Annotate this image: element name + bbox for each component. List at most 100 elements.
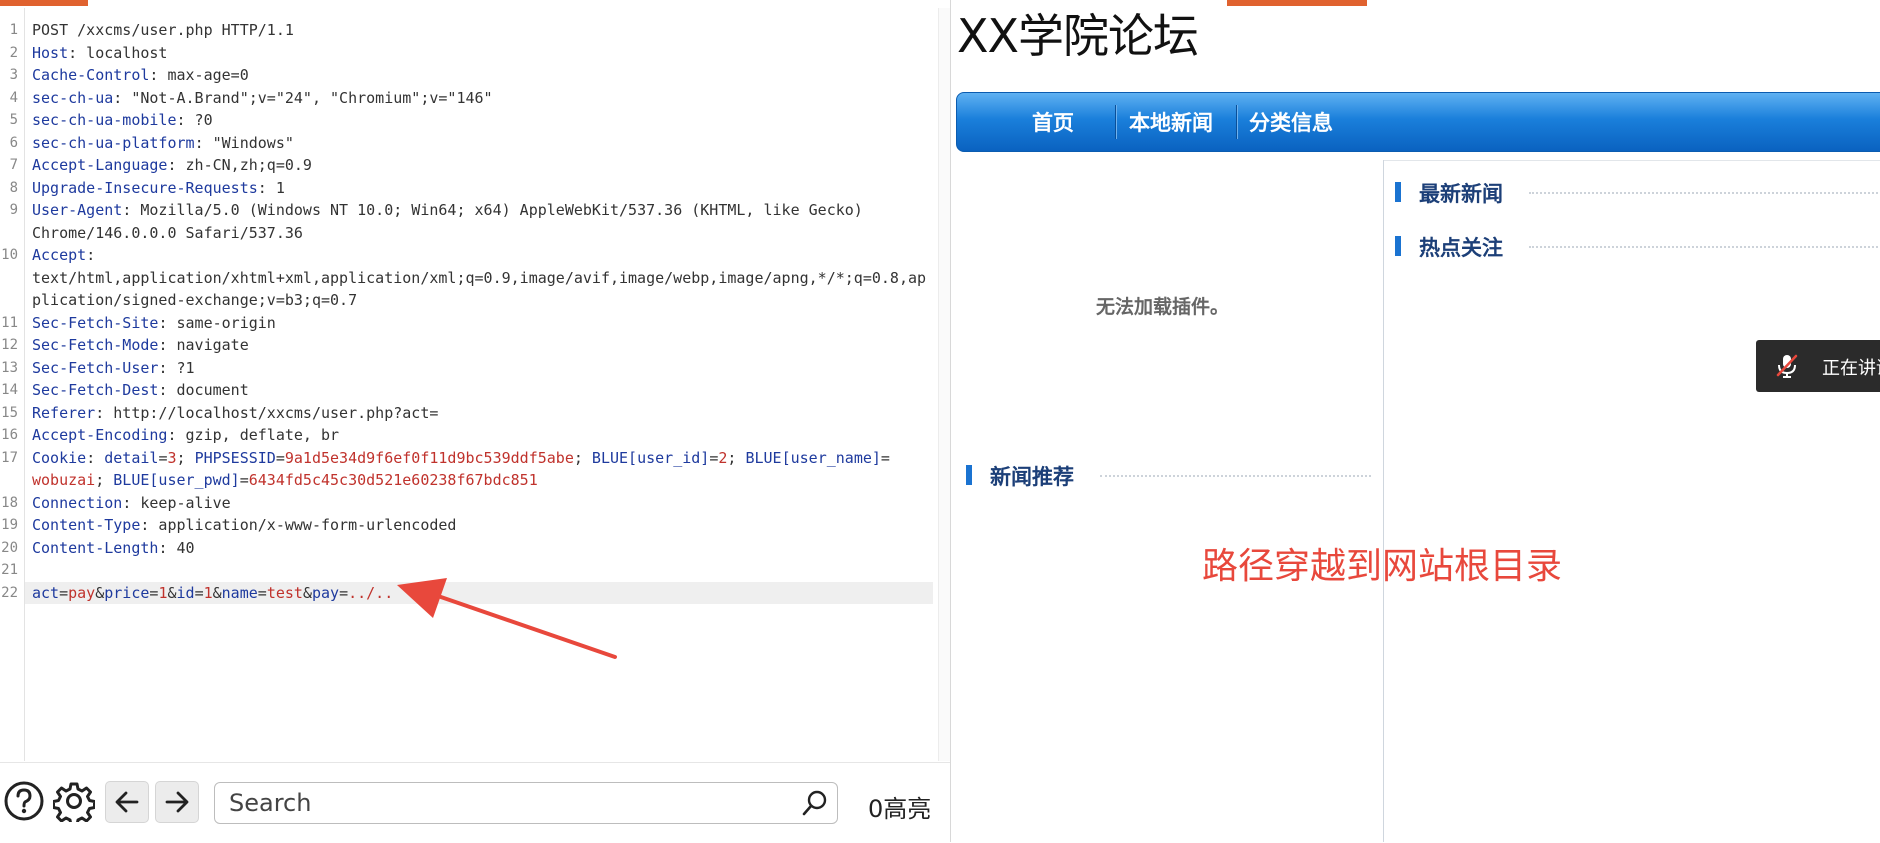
code-text: : navigate [158,336,249,354]
search-input[interactable] [227,787,791,819]
header-name: Accept [32,246,87,264]
line-number: 2 [9,44,18,61]
code-text: : localhost [68,43,168,62]
section-marker [966,465,972,485]
http-request-editor[interactable]: 1 2 3 4 5 6 7 8 9 10 11 12 13 14 15 16 17 18 19 20 21 22 POST… [0,8,951,761]
code-text: & [302,583,312,602]
header-name: Sec-Fetch-Dest [32,381,159,399]
header-name: Accept-Encoding [32,426,168,444]
code-text: = [194,583,204,602]
code-line[interactable]: Host: localhost [32,42,935,65]
settings-button[interactable] [52,779,96,823]
code-line[interactable]: Sec-Fetch-User: ?1 [32,357,935,380]
code-line[interactable]: sec-ch-ua: "Not-A.Brand";v="24", "Chromi… [32,87,935,110]
code-text: & [167,583,177,602]
section-title-recommended[interactable]: 新闻推荐 [990,461,1074,491]
code-line[interactable]: Accept: [32,244,935,267]
dotted-rule [1100,475,1371,477]
dotted-rule [1529,192,1880,194]
header-name: Cookie [32,448,87,467]
code-line[interactable]: Sec-Fetch-Mode: navigate [32,334,935,357]
header-name: Content-Length [32,538,159,557]
code-line[interactable]: Connection: keep-alive [32,492,935,515]
header-name: Sec-Fetch-User [32,358,159,377]
code-line[interactable]: Sec-Fetch-Dest: document [32,379,935,402]
code-text: : keep-alive [122,493,231,512]
arrow-right-icon [165,791,189,813]
code-line[interactable]: Cookie: detail=3; PHPSESSID=9a1d5e34d9f6… [32,447,935,470]
code-line[interactable]: Chrome/146.0.0.0 Safari/537.36 [32,222,935,245]
code-text: text/html,application/xhtml+xml,applicat… [32,268,927,287]
code-text: : [86,246,96,264]
param-value: 1 [203,583,213,602]
header-name: Connection [32,493,123,512]
param-name: act [32,583,60,602]
param-name: price [104,583,150,602]
param-value: pay [68,583,96,602]
search-icon[interactable] [801,789,829,817]
dotted-rule [1529,246,1880,248]
code-text: = [339,583,349,602]
code-line[interactable]: Sec-Fetch-Site: same-origin [32,312,935,335]
code-line[interactable]: sec-ch-ua-platform: "Windows" [32,132,935,155]
code-text: : "Windows" [194,133,294,152]
active-tab-indicator [0,0,88,6]
line-number: 7 [9,157,18,173]
line-number: 22 [1,584,18,601]
search-box[interactable] [214,782,838,824]
code-line[interactable]: Content-Type: application/x-www-form-url… [32,514,935,537]
code-line[interactable]: Accept-Language: zh-CN,zh;q=0.9 [32,154,935,177]
code-line[interactable]: sec-ch-ua-mobile: ?0 [32,109,935,132]
code-line[interactable]: plication/signed-exchange;v=b3;q=0.7 [32,289,935,312]
code-text: : "Not-A.Brand";v="24", "Chromium";v="14… [113,88,493,107]
code-line[interactable]: Referer: http://localhost/xxcms/user.php… [32,402,935,425]
gear-icon [53,782,95,822]
code-text: = [709,448,719,467]
code-line[interactable]: User-Agent: Mozilla/5.0 (Windows NT 10.0… [32,199,935,222]
section-latest-news: 最新新闻 [1395,178,1880,208]
line-number: 1 [9,22,18,38]
site-title: XX学院论坛 [957,9,1199,63]
code-text: : application/x-www-form-urlencoded [140,516,457,534]
code-line[interactable]: Accept-Encoding: gzip, deflate, br [32,424,935,447]
param-value: 6434fd5c45c30d521e60238f67bdc851 [248,471,538,489]
section-marker [1395,236,1401,256]
code-text: : ?0 [176,111,213,129]
speaking-indicator[interactable]: 正在讲话 [1756,340,1880,392]
code-line[interactable]: Upgrade-Insecure-Requests: 1 [32,177,935,200]
code-line[interactable]: text/html,application/xhtml+xml,applicat… [32,267,935,290]
nav-item-classifieds[interactable]: 分类信息 [1249,107,1333,137]
editor-bottom-toolbar: 0高亮 [0,762,950,843]
code-line[interactable]: wobuzai; BLUE[user_pwd]=6434fd5c45c30d52… [32,469,935,492]
arrow-left-icon [115,791,139,813]
code-line[interactable]: act=pay&price=1&id=1&name=test&pay=../.. [32,582,935,605]
header-name: Content-Type [32,516,141,534]
line-number: 12 [1,337,18,353]
header-name: Sec-Fetch-Mode [32,336,159,354]
header-name: sec-ch-ua-mobile [32,111,177,129]
section-title-hot-topics[interactable]: 热点关注 [1419,232,1503,262]
nav-item-home[interactable]: 首页 [1032,107,1074,137]
rendered-page-pane: XX学院论坛 首页 本地新闻 分类信息 无法加载插件。 最新新闻 热点关注 新闻… [951,0,1880,842]
header-name: sec-ch-ua [32,88,114,107]
code-line[interactable]: POST /xxcms/user.php HTTP/1.1 [32,19,935,42]
param-value: ../.. [348,583,394,602]
code-text: : gzip, deflate, br [167,426,340,444]
code-line[interactable]: Content-Length: 40 [32,537,935,560]
line-number: 14 [1,382,18,398]
code-text: : document [158,381,249,399]
code-text: : Mozilla/5.0 (Windows NT 10.0; Win64; x… [122,201,863,219]
param-name: BLUE[user_id] [591,448,710,467]
code-line[interactable]: Cache-Control: max-age=0 [32,64,935,87]
code-text: Chrome/146.0.0.0 Safari/537.36 [32,223,303,242]
nav-item-local-news[interactable]: 本地新闻 [1129,107,1213,137]
line-number: 15 [1,404,18,421]
param-name: pay [311,583,340,602]
previous-button[interactable] [105,781,149,823]
section-title-latest-news[interactable]: 最新新闻 [1419,178,1503,208]
code-text: ; [95,471,114,489]
code-text: : http://localhost/xxcms/user.php?act= [95,403,439,422]
help-button[interactable] [2,779,46,823]
line-number: 16 [1,427,18,443]
next-button[interactable] [155,781,199,823]
